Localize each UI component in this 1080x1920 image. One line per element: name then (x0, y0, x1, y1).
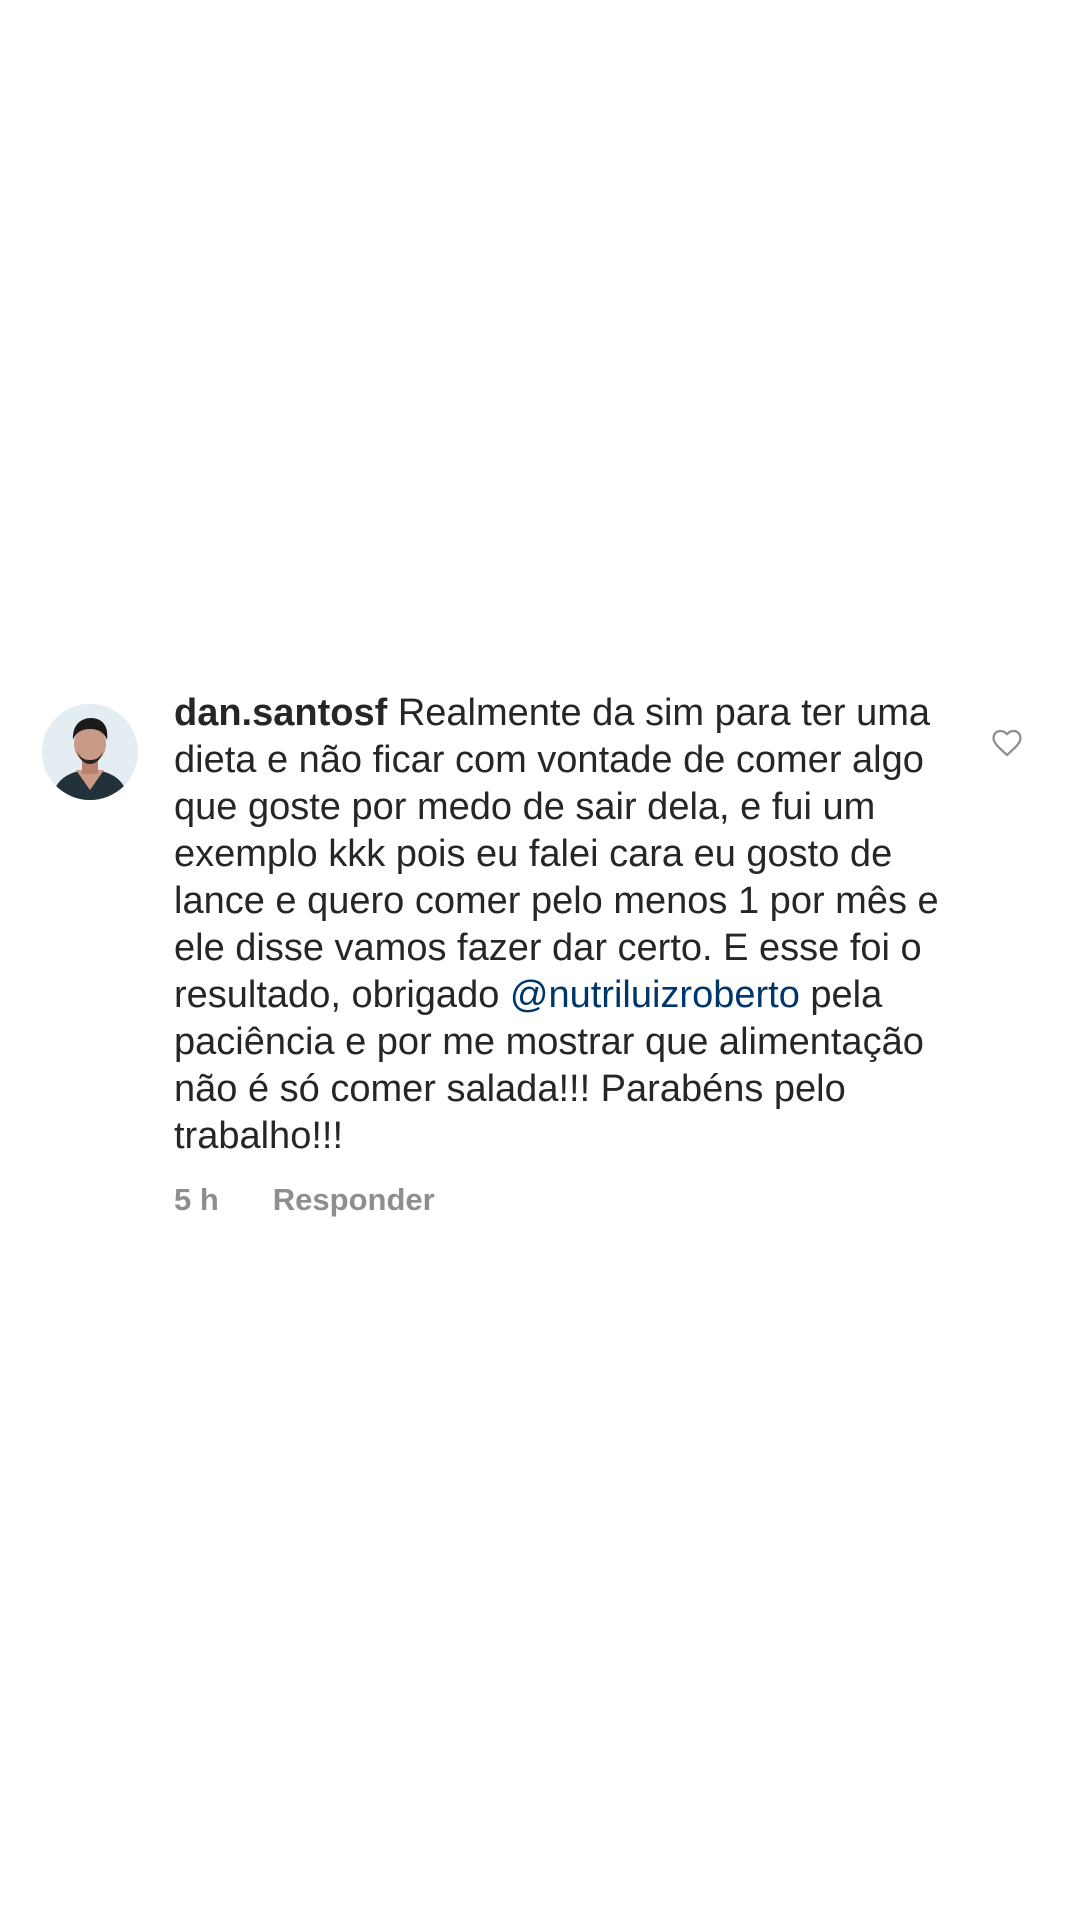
comment-meta: 5 h Responder (174, 1182, 964, 1218)
mention-link[interactable]: @nutriluizroberto (510, 974, 800, 1016)
heart-outline-icon (992, 729, 1022, 757)
avatar[interactable] (42, 704, 138, 800)
like-button[interactable] (990, 726, 1024, 760)
comment-text: dan.santosf Realmente da sim para ter um… (174, 690, 964, 1160)
comment-username[interactable]: dan.santosf (174, 692, 387, 734)
avatar-photo (42, 704, 138, 800)
comment-item: dan.santosf Realmente da sim para ter um… (0, 690, 1080, 1250)
comment-timestamp: 5 h (174, 1182, 219, 1217)
comment-body: dan.santosf Realmente da sim para ter um… (174, 690, 964, 1218)
reply-button[interactable]: Responder (273, 1182, 435, 1218)
comment-text-part-1: Realmente da sim para ter uma dieta e nã… (174, 692, 939, 1016)
